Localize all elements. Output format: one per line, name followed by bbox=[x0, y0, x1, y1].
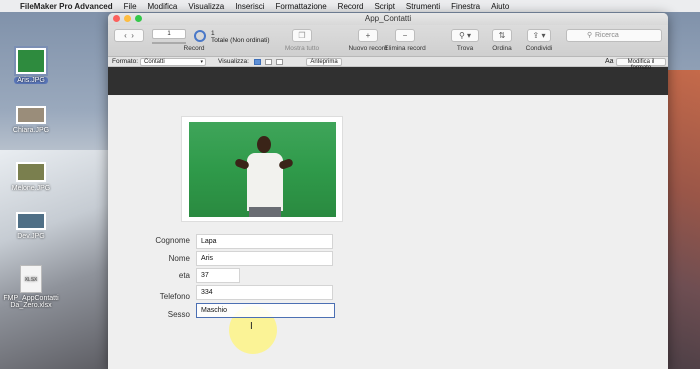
image-thumbnail-icon bbox=[14, 46, 48, 76]
record-label: Record bbox=[183, 45, 205, 52]
record-total-count: 1 bbox=[211, 30, 215, 37]
text-format-icon[interactable]: Aa bbox=[605, 57, 614, 67]
status-toolbar: ‹ › 1 1 Totale (Non ordinati) Record ❐ M… bbox=[108, 25, 668, 57]
eta-field[interactable]: 37 bbox=[196, 268, 240, 283]
desktop-file-label: Melone.JPG bbox=[11, 185, 51, 192]
record-nav-buttons[interactable]: ‹ › bbox=[114, 29, 144, 42]
menu-aiuto[interactable]: Aiuto bbox=[491, 2, 509, 11]
desktop-file-label: Aris.JPG bbox=[14, 77, 48, 84]
photo-person-head bbox=[257, 136, 271, 153]
quick-find-input[interactable]: ⚲ Ricerca bbox=[566, 29, 662, 42]
share-icon[interactable]: ⇪ ▾ bbox=[527, 29, 551, 42]
record-pie-icon bbox=[194, 30, 206, 42]
show-all-label[interactable]: Mostra tutto bbox=[278, 45, 326, 52]
nome-label: Nome bbox=[168, 254, 190, 263]
window-titlebar: App_Contatti bbox=[108, 13, 668, 25]
desktop-file-chiara[interactable]: Chiara.JPG bbox=[0, 106, 62, 134]
telefono-label: Telefono bbox=[159, 292, 190, 301]
menu-strumenti[interactable]: Strumenti bbox=[406, 2, 440, 11]
minimize-window-button[interactable] bbox=[124, 15, 131, 22]
sort-icon[interactable]: ⇅ bbox=[492, 29, 512, 42]
close-window-button[interactable] bbox=[113, 15, 120, 22]
preview-button[interactable]: Anteprima bbox=[306, 58, 342, 66]
photo-person-legs bbox=[249, 207, 281, 217]
image-thumbnail-icon bbox=[16, 162, 46, 182]
sesso-label: Sesso bbox=[167, 310, 190, 319]
menu-bar: FileMaker Pro Advanced File Modifica Vis… bbox=[0, 0, 700, 12]
current-record-field[interactable]: 1 bbox=[152, 29, 186, 39]
search-icon: ⚲ bbox=[587, 32, 593, 39]
photo-person-body bbox=[247, 153, 283, 211]
menu-modifica[interactable]: Modifica bbox=[148, 2, 178, 11]
eta-label: eta bbox=[178, 271, 190, 280]
view-as-label: Visualizza: bbox=[218, 58, 249, 65]
sort-label[interactable]: Ordina bbox=[488, 45, 516, 52]
find-search-icon[interactable]: ⚲ ▾ bbox=[451, 29, 479, 42]
window-controls bbox=[113, 15, 142, 22]
menu-app-name[interactable]: FileMaker Pro Advanced bbox=[20, 2, 113, 11]
menu-inserisci[interactable]: Inserisci bbox=[235, 2, 264, 11]
desktop-file-label: Chiara.JPG bbox=[12, 127, 50, 134]
cognome-field[interactable]: Lapa bbox=[196, 234, 333, 249]
sesso-field[interactable]: Maschio bbox=[196, 303, 335, 318]
form-view-icon[interactable] bbox=[254, 59, 261, 65]
layout-bar: Formato: Contatti ▾ Visualizza: Anteprim… bbox=[108, 57, 668, 71]
image-thumbnail-icon bbox=[16, 106, 46, 124]
menu-formattazione[interactable]: Formattazione bbox=[276, 2, 327, 11]
record-total: 1 Totale (Non ordinati) bbox=[211, 30, 270, 44]
desktop-file-label: Dev.JPG bbox=[17, 233, 45, 240]
desktop-file-label-line1: FMP_AppContatti bbox=[3, 295, 59, 302]
list-view-icon[interactable] bbox=[265, 59, 272, 65]
desktop-file-label-line2: Da_Zero.xlsx bbox=[10, 302, 52, 309]
layout-format-select[interactable]: Contatti ▾ bbox=[140, 58, 206, 66]
record-slider[interactable] bbox=[152, 42, 186, 44]
menu-visualizza[interactable]: Visualizza bbox=[188, 2, 224, 11]
layout-body: Cognome Lapa Nome Aris eta 37 Telefono 3… bbox=[108, 96, 668, 369]
layout-format-label: Formato: bbox=[112, 58, 139, 65]
chevron-down-icon: ▾ bbox=[200, 59, 203, 65]
table-view-icon[interactable] bbox=[276, 59, 283, 65]
delete-record-label[interactable]: Elimina record bbox=[381, 45, 429, 52]
desktop-file-xlsx[interactable]: XLSX FMP_AppContatti Da_Zero.xlsx bbox=[0, 265, 62, 309]
zoom-window-button[interactable] bbox=[135, 15, 142, 22]
nome-field[interactable]: Aris bbox=[196, 251, 333, 266]
delete-record-icon[interactable]: − bbox=[395, 29, 415, 42]
edit-layout-button[interactable]: Modifica il formato bbox=[616, 58, 666, 71]
menu-script[interactable]: Script bbox=[374, 2, 394, 11]
menu-finestra[interactable]: Finestra bbox=[451, 2, 480, 11]
layout-format-value: Contatti bbox=[144, 59, 165, 65]
spreadsheet-icon: XLSX bbox=[20, 265, 42, 293]
menu-file[interactable]: File bbox=[124, 2, 137, 11]
share-label[interactable]: Condividi bbox=[521, 45, 557, 52]
filemaker-window: App_Contatti ‹ › 1 1 Totale (Non ordinat… bbox=[108, 13, 668, 369]
text-cursor-icon: I bbox=[250, 321, 253, 332]
window-title: App_Contatti bbox=[364, 14, 412, 23]
desktop-file-aris[interactable]: Aris.JPG bbox=[0, 46, 62, 84]
desktop-file-dev[interactable]: Dev.JPG bbox=[0, 212, 62, 240]
quick-find-placeholder: Ricerca bbox=[595, 32, 619, 39]
menu-record[interactable]: Record bbox=[338, 2, 364, 11]
record-total-status: Totale (Non ordinati) bbox=[211, 37, 270, 44]
find-label[interactable]: Trova bbox=[451, 45, 479, 52]
desktop-file-melone[interactable]: Melone.JPG bbox=[0, 162, 62, 192]
show-all-icon[interactable]: ❐ bbox=[292, 29, 312, 42]
new-record-icon[interactable]: + bbox=[358, 29, 378, 42]
cognome-label: Cognome bbox=[155, 236, 190, 245]
contact-photo bbox=[189, 122, 336, 217]
photo-container-field[interactable] bbox=[181, 116, 343, 222]
telefono-field[interactable]: 334 bbox=[196, 285, 333, 300]
image-thumbnail-icon bbox=[16, 212, 46, 230]
layout-header bbox=[108, 67, 668, 95]
